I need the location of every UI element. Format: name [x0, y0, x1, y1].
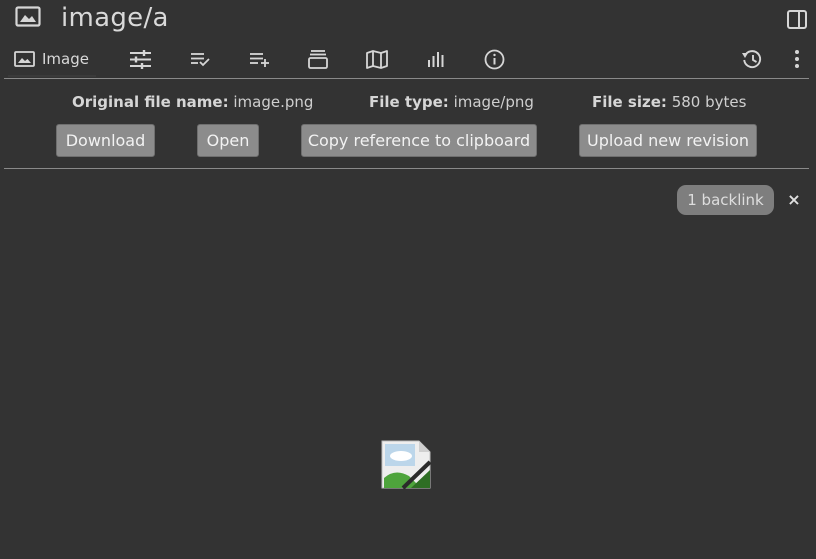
tab-info[interactable]: [484, 42, 505, 76]
tab-edit[interactable]: [190, 42, 210, 76]
file-size-value: 580 bytes: [671, 93, 747, 111]
file-size: File size: 580 bytes: [592, 91, 746, 113]
map-icon: [366, 49, 388, 69]
tab-bar: Image: [0, 42, 816, 78]
original-file-name: Original file name: image.png: [72, 91, 313, 113]
image-icon: [15, 6, 41, 28]
list-add-icon: [249, 51, 270, 67]
open-button[interactable]: Open: [197, 124, 259, 157]
tab-more[interactable]: [793, 42, 801, 76]
backlinks-button[interactable]: 1 backlink: [677, 185, 774, 215]
tab-settings[interactable]: [129, 42, 152, 76]
tab-map[interactable]: [366, 42, 388, 76]
list-check-icon: [190, 51, 210, 67]
divider: [4, 78, 809, 79]
more-vertical-icon: [793, 49, 801, 69]
tab-image[interactable]: Image: [14, 42, 96, 76]
original-file-name-value: image.png: [233, 93, 314, 111]
divider: [4, 168, 809, 169]
upload-revision-button[interactable]: Upload new revision: [579, 124, 757, 157]
info-icon: [484, 49, 505, 70]
sidebar-toggle-icon[interactable]: [786, 9, 808, 31]
tab-layers[interactable]: [308, 42, 328, 76]
tab-image-label: Image: [42, 50, 89, 68]
download-button[interactable]: Download: [56, 124, 155, 157]
broken-image-icon: [381, 440, 432, 490]
file-size-label: File size:: [592, 93, 667, 111]
tab-stats[interactable]: [427, 42, 445, 76]
image-icon: [14, 50, 35, 68]
stack-icon: [308, 49, 328, 69]
page-title: image/a: [61, 3, 169, 33]
tab-active-indicator: [8, 75, 96, 77]
close-icon[interactable]: ×: [786, 190, 802, 209]
file-type-label: File type:: [369, 93, 449, 111]
sliders-icon: [129, 49, 152, 69]
file-type-value: image/png: [453, 93, 534, 111]
tab-history[interactable]: [741, 42, 763, 76]
file-type: File type: image/png: [369, 91, 534, 113]
original-file-name-label: Original file name:: [72, 93, 229, 111]
bars-icon: [427, 50, 445, 68]
copy-reference-button[interactable]: Copy reference to clipboard: [301, 124, 537, 157]
title-bar: image/a: [0, 0, 816, 38]
history-icon: [741, 49, 763, 70]
tab-add[interactable]: [249, 42, 270, 76]
